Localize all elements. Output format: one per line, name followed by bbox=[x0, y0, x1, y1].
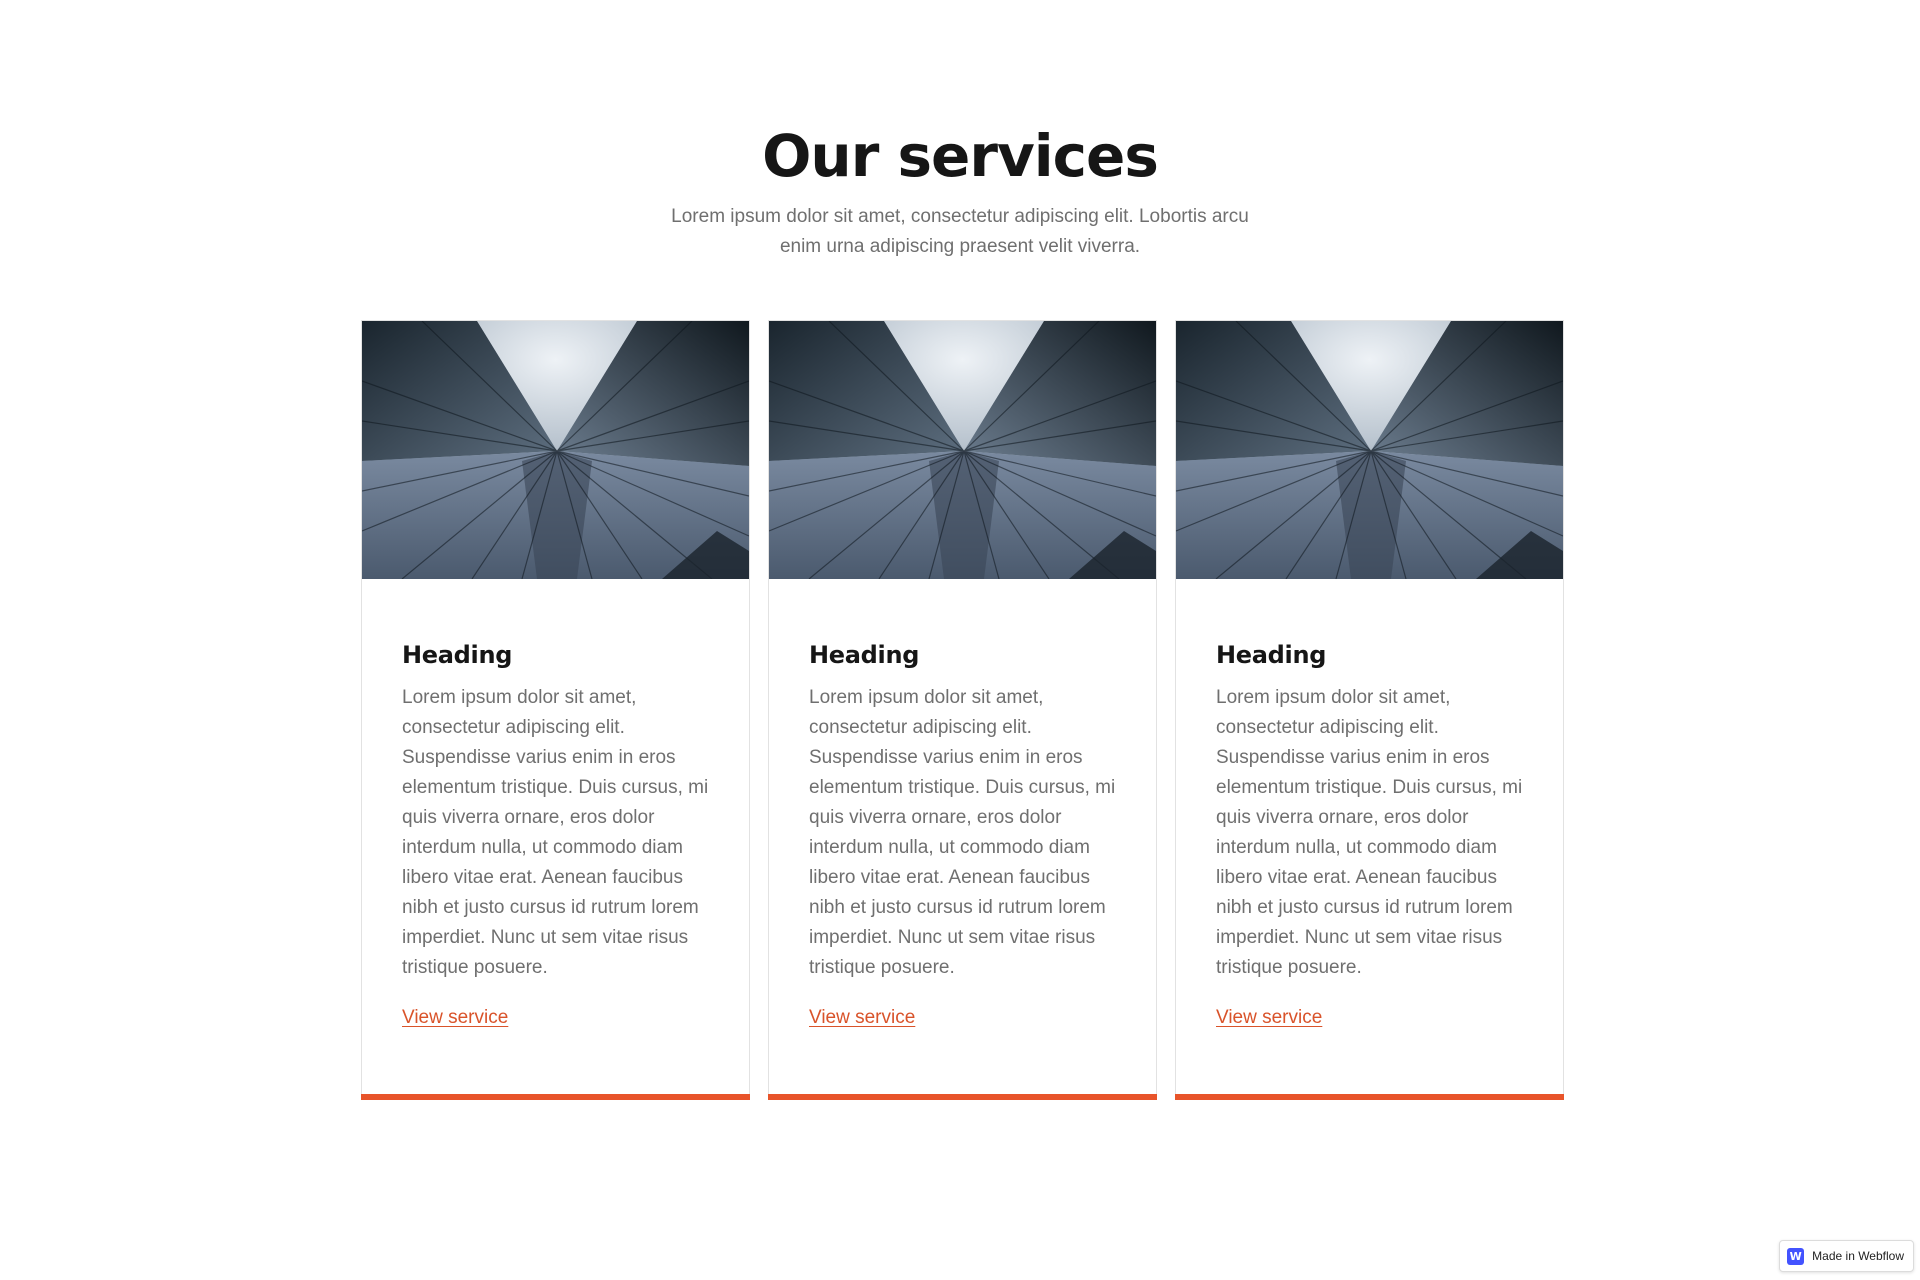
skyscraper-photo bbox=[1176, 321, 1563, 579]
skyscraper-photo bbox=[362, 321, 749, 579]
services-page: Our services Lorem ipsum dolor sit amet,… bbox=[0, 0, 1920, 1280]
card-text: Lorem ipsum dolor sit amet, consectetur … bbox=[809, 687, 1116, 978]
section-title: Our services bbox=[762, 122, 1159, 190]
skyscraper-photo bbox=[769, 321, 1156, 579]
service-cards: Heading Lorem ipsum dolor sit amet, cons… bbox=[361, 320, 1564, 1100]
card-heading: Heading bbox=[809, 641, 920, 669]
made-in-webflow-badge[interactable]: W Made in Webflow bbox=[1779, 1240, 1914, 1272]
view-service-link[interactable]: View service bbox=[402, 1005, 508, 1031]
card-body: Heading Lorem ipsum dolor sit amet, cons… bbox=[769, 579, 1156, 1031]
card-accent-bar bbox=[1175, 1094, 1564, 1100]
card-text: Lorem ipsum dolor sit amet, consectetur … bbox=[1216, 687, 1523, 978]
card-body: Heading Lorem ipsum dolor sit amet, cons… bbox=[1176, 579, 1563, 1031]
webflow-logo-icon: W bbox=[1787, 1247, 1805, 1265]
card-accent-bar bbox=[361, 1094, 750, 1100]
view-service-link[interactable]: View service bbox=[809, 1005, 915, 1031]
section-header: Our services Lorem ipsum dolor sit amet,… bbox=[0, 118, 1920, 262]
service-card: Heading Lorem ipsum dolor sit amet, cons… bbox=[361, 320, 750, 1100]
card-text: Lorem ipsum dolor sit amet, consectetur … bbox=[402, 687, 709, 978]
card-accent-bar bbox=[768, 1094, 1157, 1100]
section-subtitle: Lorem ipsum dolor sit amet, consectetur … bbox=[671, 206, 1249, 257]
card-body: Heading Lorem ipsum dolor sit amet, cons… bbox=[362, 579, 749, 1031]
view-service-link[interactable]: View service bbox=[1216, 1005, 1322, 1031]
card-heading: Heading bbox=[1216, 641, 1327, 669]
badge-label: Made in Webflow bbox=[1812, 1249, 1904, 1263]
card-heading: Heading bbox=[402, 641, 513, 669]
service-card: Heading Lorem ipsum dolor sit amet, cons… bbox=[1175, 320, 1564, 1100]
service-card: Heading Lorem ipsum dolor sit amet, cons… bbox=[768, 320, 1157, 1100]
